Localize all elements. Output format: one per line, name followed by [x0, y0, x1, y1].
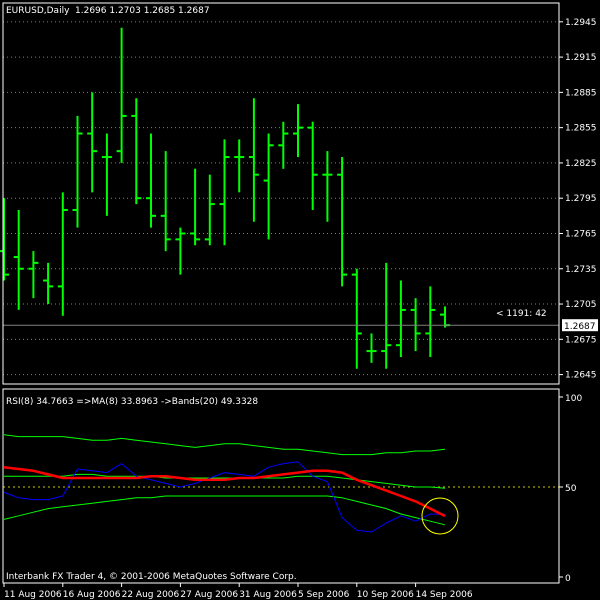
- time-tick-label: 16 Aug 2006: [63, 590, 121, 600]
- price-tick-label: 1.2945: [565, 18, 597, 28]
- price-tick-label: 1.2825: [565, 159, 597, 169]
- price-tick-label: 1.2885: [565, 88, 597, 98]
- time-tick-label: 10 Sep 2006: [357, 590, 414, 600]
- price-tick-label: 1.2645: [565, 371, 597, 381]
- time-tick-label: 31 Aug 2006: [239, 590, 297, 600]
- price-tick-label: 1.2795: [565, 194, 597, 204]
- current-price-label: 1.2687: [564, 322, 596, 332]
- price-tick-label: 1.2915: [565, 53, 597, 63]
- time-tick-label: 22 Aug 2006: [122, 590, 180, 600]
- time-tick-label: 27 Aug 2006: [180, 590, 238, 600]
- price-tick-label: 1.2735: [565, 265, 597, 275]
- chart-ohlc: 1.2696 1.2703 1.2685 1.2687: [75, 6, 210, 16]
- indicator-tick-label: 0: [565, 574, 571, 584]
- price-tick-label: 1.2705: [565, 300, 597, 310]
- footer-copyright: Interbank FX Trader 4, © 2001-2006 MetaQ…: [6, 572, 297, 582]
- time-tick-label: 14 Sep 2006: [416, 590, 473, 600]
- indicator-header: RSI(8) 34.7663 =>MA(8) 33.8963 ->Bands(2…: [6, 397, 258, 407]
- price-tick-label: 1.2855: [565, 124, 597, 134]
- chart-symbol: EURUSD,Daily: [6, 6, 70, 16]
- price-tick-label: 1.2675: [565, 335, 597, 345]
- time-tick-label: 5 Sep 2006: [298, 590, 350, 600]
- indicator-tick-label: 50: [565, 484, 577, 494]
- chart-background: [0, 0, 600, 600]
- price-tick-label: 1.2765: [565, 229, 597, 239]
- indicator-tick-label: 100: [565, 394, 582, 404]
- trading-chart: 1.2945 1.2915 1.2885 1.2855 1.2825 1.2795 1.27…: [0, 0, 600, 600]
- order-label[interactable]: < 1191: 42: [496, 309, 547, 319]
- time-tick-label: 11 Aug 2006: [4, 590, 62, 600]
